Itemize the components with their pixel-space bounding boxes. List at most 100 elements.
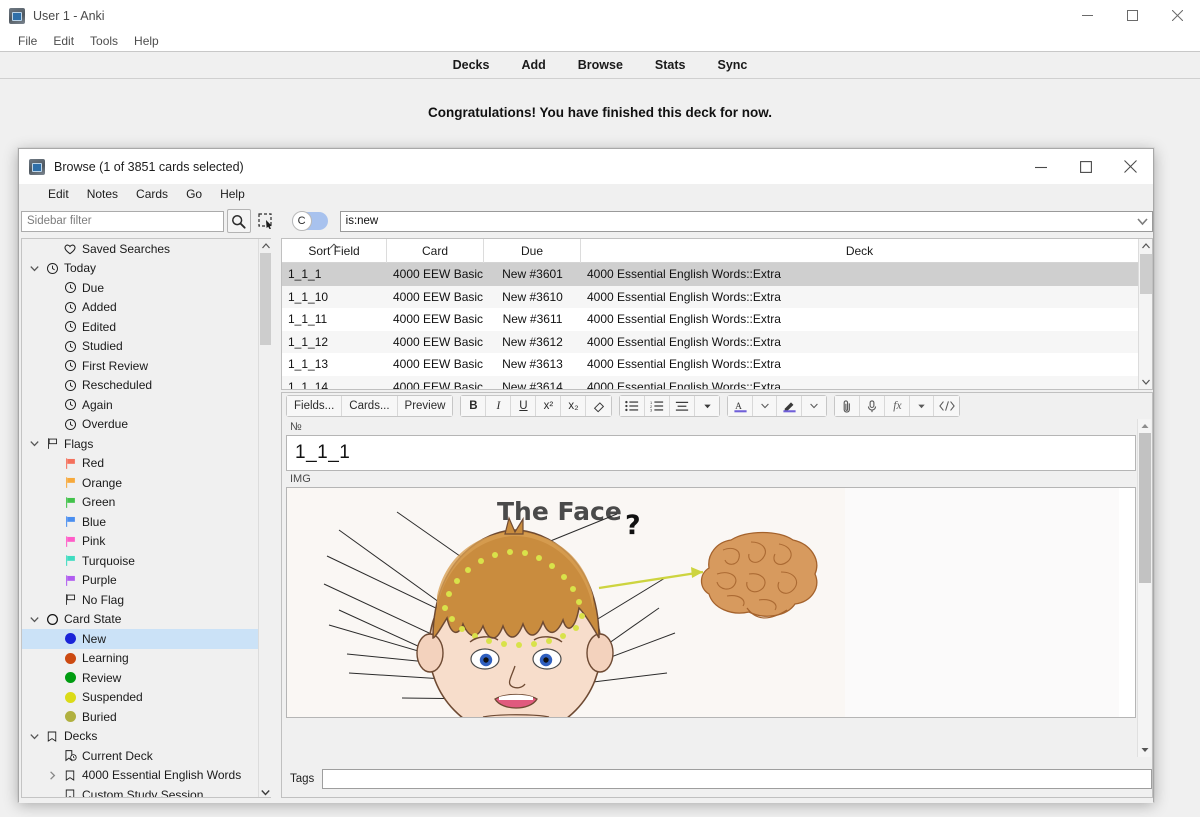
- selection-tool-icon[interactable]: [254, 209, 278, 233]
- sidebar-item-edited[interactable]: Edited: [22, 317, 258, 337]
- sidebar-item-custom-study-session[interactable]: Custom Study Session: [22, 785, 258, 797]
- remove-formatting-icon[interactable]: [586, 396, 612, 416]
- sidebar-item-buried[interactable]: Buried: [22, 707, 258, 727]
- sidebar-item-flags[interactable]: Flags: [22, 434, 258, 454]
- table-row[interactable]: 1_1_1 4000 EEW Basic New #3601 4000 Essenti…: [282, 263, 1139, 286]
- toolbar-link-decks[interactable]: Decks: [453, 58, 490, 72]
- mathjax-button[interactable]: fx: [885, 396, 911, 416]
- browse-menu-edit[interactable]: Edit: [39, 187, 78, 201]
- preview-button[interactable]: Preview: [397, 396, 453, 416]
- superscript-button[interactable]: x²: [536, 396, 562, 416]
- sidebar-item-overdue[interactable]: Overdue: [22, 415, 258, 435]
- card-table-scrollbar[interactable]: [1138, 239, 1152, 389]
- sidebar-item-rescheduled[interactable]: Rescheduled: [22, 376, 258, 396]
- sidebar-item-purple[interactable]: Purple: [22, 571, 258, 591]
- microphone-icon[interactable]: [860, 396, 886, 416]
- italic-button[interactable]: I: [486, 396, 512, 416]
- toolbar-link-stats[interactable]: Stats: [655, 58, 686, 72]
- minimize-icon[interactable]: [1018, 149, 1063, 184]
- sidebar-item-saved-searches[interactable]: Saved Searches: [22, 239, 258, 259]
- sidebar-item-blue[interactable]: Blue: [22, 512, 258, 532]
- table-row[interactable]: 1_1_13 4000 EEW Basic New #3613 4000 Essent…: [282, 353, 1139, 376]
- toolbar-link-sync[interactable]: Sync: [718, 58, 748, 72]
- chevron-down-icon[interactable]: [26, 440, 42, 447]
- card-note-toggle[interactable]: C: [291, 211, 328, 231]
- sidebar-item-studied[interactable]: Studied: [22, 337, 258, 357]
- menu-edit[interactable]: Edit: [45, 34, 82, 48]
- chevron-down-icon[interactable]: [26, 616, 42, 623]
- column-header-due[interactable]: Due: [484, 239, 581, 263]
- scroll-down-icon[interactable]: [1138, 743, 1152, 757]
- chevron-down-icon[interactable]: [26, 265, 42, 272]
- menu-tools[interactable]: Tools: [82, 34, 126, 48]
- table-row[interactable]: 1_1_11 4000 EEW Basic New #3611 4000 Essent…: [282, 308, 1139, 331]
- toggle-track[interactable]: C: [291, 211, 328, 231]
- text-color-button[interactable]: A: [728, 396, 754, 416]
- tags-input[interactable]: [322, 769, 1153, 789]
- sidebar-item-review[interactable]: Review: [22, 668, 258, 688]
- underline-button[interactable]: U: [511, 396, 537, 416]
- maximize-icon[interactable]: [1110, 0, 1155, 31]
- sidebar-item-turquoise[interactable]: Turquoise: [22, 551, 258, 571]
- sidebar-item-red[interactable]: Red: [22, 454, 258, 474]
- sidebar-item-learning[interactable]: Learning: [22, 649, 258, 669]
- editor-scroll-thumb[interactable]: [1139, 433, 1151, 583]
- chevron-right-icon[interactable]: [44, 771, 60, 780]
- field-box-number[interactable]: 1_1_1: [286, 435, 1136, 471]
- fields-button[interactable]: Fields...: [287, 396, 343, 416]
- highlighter-icon[interactable]: [777, 396, 803, 416]
- sidebar-item-today[interactable]: Today: [22, 259, 258, 279]
- search-input[interactable]: [340, 211, 1136, 231]
- field-value-number[interactable]: 1_1_1: [287, 436, 1135, 470]
- sidebar-scroll-thumb[interactable]: [260, 253, 271, 345]
- search-icon[interactable]: [226, 209, 251, 233]
- sidebar-item-current-deck[interactable]: Current Deck: [22, 746, 258, 766]
- sidebar-item-card-state[interactable]: Card State: [22, 610, 258, 630]
- highlight-chevron-down-icon[interactable]: [802, 396, 827, 416]
- align-dropdown-caret-down-icon[interactable]: [695, 396, 720, 416]
- bold-button[interactable]: B: [461, 396, 487, 416]
- mathjax-dropdown-caret-down-icon[interactable]: [910, 396, 935, 416]
- browse-menu-help[interactable]: Help: [211, 187, 254, 201]
- sidebar-item-pink[interactable]: Pink: [22, 532, 258, 552]
- close-icon[interactable]: [1155, 0, 1200, 31]
- browse-menu-go[interactable]: Go: [177, 187, 211, 201]
- subscript-button[interactable]: x₂: [561, 396, 587, 416]
- chevron-down-icon[interactable]: [1135, 215, 1149, 228]
- sidebar-item-new[interactable]: New: [22, 629, 258, 649]
- column-header-card[interactable]: Card: [387, 239, 484, 263]
- browse-sidebar[interactable]: Saved Searches Today Due Added Edited Studied…: [21, 238, 271, 798]
- scroll-up-icon[interactable]: [1139, 239, 1153, 253]
- sidebar-item-added[interactable]: Added: [22, 298, 258, 318]
- card-table[interactable]: Sort Field Card Due Deck 1_1_1 4000 EEW B…: [281, 238, 1153, 390]
- scroll-down-icon[interactable]: [1139, 375, 1153, 389]
- menu-file[interactable]: File: [10, 34, 45, 48]
- toolbar-link-add[interactable]: Add: [521, 58, 545, 72]
- scroll-up-icon[interactable]: [1138, 419, 1152, 433]
- sidebar-item-green[interactable]: Green: [22, 493, 258, 513]
- menu-help[interactable]: Help: [126, 34, 167, 48]
- text-color-chevron-down-icon[interactable]: [753, 396, 778, 416]
- toolbar-link-browse[interactable]: Browse: [578, 58, 623, 72]
- paperclip-icon[interactable]: [835, 396, 861, 416]
- cards-button[interactable]: Cards...: [342, 396, 398, 416]
- browse-menu-notes[interactable]: Notes: [78, 187, 127, 201]
- table-row[interactable]: 1_1_12 4000 EEW Basic New #3612 4000 Essent…: [282, 330, 1139, 354]
- sidebar-item-again[interactable]: Again: [22, 395, 258, 415]
- table-row[interactable]: 1_1_10 4000 EEW Basic New #3610 4000 Essent…: [282, 285, 1139, 309]
- column-header-deck[interactable]: Deck: [581, 239, 1139, 263]
- sidebar-item-orange[interactable]: Orange: [22, 473, 258, 493]
- sidebar-filter-input[interactable]: [21, 210, 224, 232]
- sidebar-scrollbar[interactable]: [258, 239, 271, 797]
- editor-scrollbar[interactable]: [1137, 419, 1151, 757]
- column-header-sort-field[interactable]: Sort Field: [282, 239, 387, 263]
- align-icon[interactable]: [670, 396, 696, 416]
- code-icon[interactable]: [934, 396, 960, 416]
- minimize-icon[interactable]: [1065, 0, 1110, 31]
- maximize-icon[interactable]: [1063, 149, 1108, 184]
- sidebar-item-4000-essential-english-words[interactable]: 4000 Essential English Words: [22, 766, 258, 786]
- sidebar-item-first-review[interactable]: First Review: [22, 356, 258, 376]
- search-box[interactable]: [339, 210, 1153, 232]
- sidebar-item-suspended[interactable]: Suspended: [22, 688, 258, 708]
- scroll-down-icon[interactable]: [259, 785, 271, 797]
